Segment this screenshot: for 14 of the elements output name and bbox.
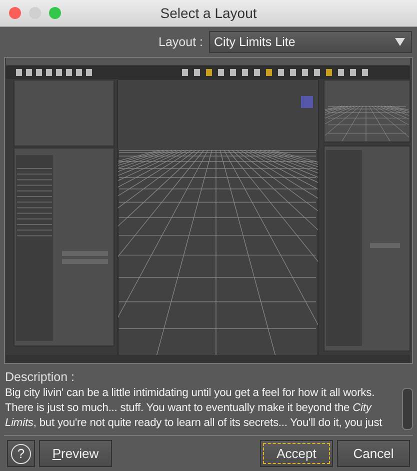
layout-dropdown[interactable]: City Limits Lite (209, 31, 412, 54)
close-icon[interactable] (9, 7, 21, 20)
preview-button[interactable]: Preview (39, 440, 112, 467)
description-text: Big city livin' can be a little intimidating until you get a feel for how it all works. There is just so much... stuff. You want to eventually make it beyond the City Limits, but you're not quite ready to learn all of its secrets... You'll do it, you just (5, 386, 384, 431)
minimize-icon (29, 7, 41, 20)
caret-icon (395, 38, 405, 46)
scrollbar[interactable] (402, 388, 413, 430)
dialog-button[interactable]: Cancel (337, 440, 410, 467)
zoom-icon[interactable] (49, 7, 61, 20)
layout-label: Layout : (158, 35, 203, 50)
description-label: Description : (4, 369, 76, 386)
help-button[interactable]: ? (7, 440, 35, 467)
window-title: Select a Layout (160, 5, 257, 22)
dialog-button[interactable]: Accept (260, 440, 333, 467)
